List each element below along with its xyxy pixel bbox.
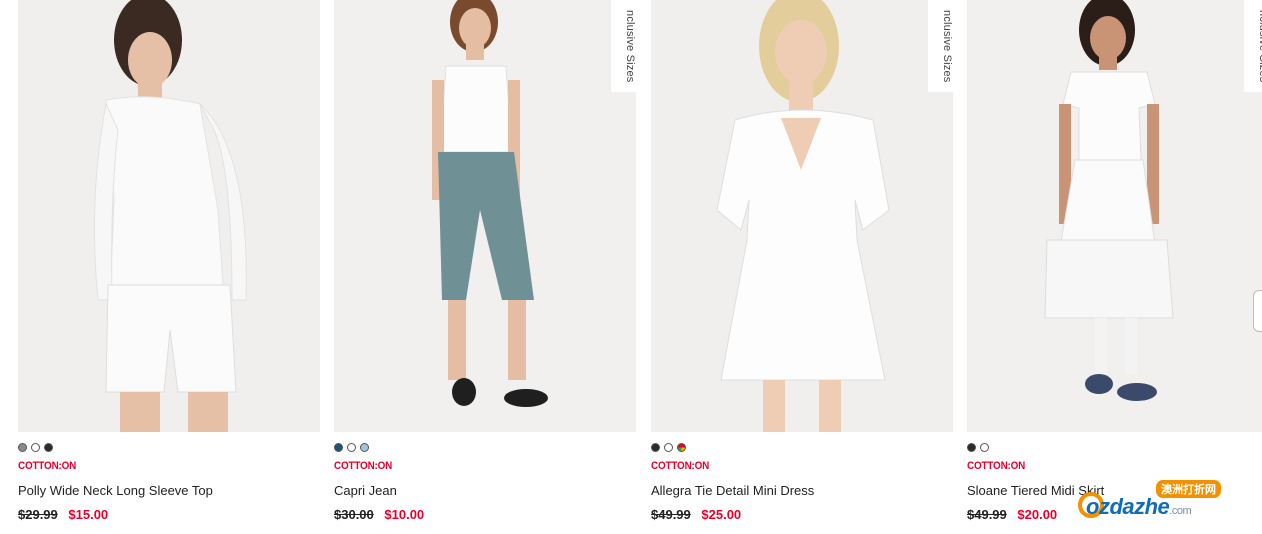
color-swatches (967, 443, 989, 452)
sale-price: $25.00 (701, 507, 742, 522)
product-image[interactable]: nclusive Sizes (651, 0, 953, 432)
swatch-light-blue[interactable] (360, 443, 369, 452)
sale-price: $10.00 (384, 507, 425, 522)
swatch-grey[interactable] (18, 443, 27, 452)
model-photo (334, 0, 636, 432)
swatch-multicolor[interactable] (677, 443, 686, 452)
swatch-black[interactable] (44, 443, 53, 452)
brand-label: COTTON:ON (334, 460, 393, 472)
product-card-1[interactable]: COTTON:ON Polly Wide Neck Long Sleeve To… (18, 0, 320, 534)
watermark-name: ozdazhe (1086, 494, 1170, 519)
swatch-black[interactable] (967, 443, 976, 452)
product-name[interactable]: Polly Wide Neck Long Sleeve Top (18, 483, 213, 498)
product-name[interactable]: Allegra Tie Detail Mini Dress (651, 483, 814, 498)
watermark-text: ozdazhe.com (1086, 494, 1192, 520)
product-name[interactable]: Capri Jean (334, 483, 397, 498)
price-row: $29.99 $15.00 (18, 507, 108, 522)
model-photo (967, 0, 1262, 432)
model-photo (18, 0, 320, 432)
scroll-handle[interactable] (1253, 290, 1262, 332)
brand-label: COTTON:ON (967, 460, 1026, 472)
color-swatches (651, 443, 686, 452)
watermark-suffix: .com (1169, 505, 1192, 517)
original-price: $49.99 (651, 507, 691, 522)
sale-price: $15.00 (68, 507, 109, 522)
inclusive-sizes-tag: nclusive Sizes (928, 0, 953, 92)
product-card-2[interactable]: nclusive Sizes COTTON:ON Capri Jean $30.… (334, 0, 636, 534)
price-row: $49.99 $25.00 (651, 507, 741, 522)
inclusive-sizes-tag: nclusive Sizes (1244, 0, 1262, 92)
product-grid: COTTON:ON Polly Wide Neck Long Sleeve To… (0, 0, 1262, 534)
model-photo (651, 0, 953, 432)
inclusive-sizes-tag: nclusive Sizes (611, 0, 636, 92)
price-row: $30.00 $10.00 (334, 507, 424, 522)
original-price: $49.99 (967, 507, 1007, 522)
product-card-4[interactable]: nclusive Sizes COTTON:ON Sloane Tiered M… (967, 0, 1262, 534)
price-row: $49.99 $20.00 (967, 507, 1057, 522)
swatch-white[interactable] (347, 443, 356, 452)
original-price: $29.99 (18, 507, 58, 522)
product-image[interactable]: nclusive Sizes (334, 0, 636, 432)
site-watermark: 澳洲打折网 ozdazhe.com (1078, 478, 1258, 528)
sale-price: $20.00 (1017, 507, 1058, 522)
original-price: $30.00 (334, 507, 374, 522)
color-swatches (334, 443, 369, 452)
product-image[interactable] (18, 0, 320, 432)
swatch-white[interactable] (980, 443, 989, 452)
product-image[interactable]: nclusive Sizes (967, 0, 1262, 432)
color-swatches (18, 443, 53, 452)
product-card-3[interactable]: nclusive Sizes COTTON:ON Allegra Tie Det… (651, 0, 953, 534)
swatch-black[interactable] (651, 443, 660, 452)
brand-label: COTTON:ON (18, 460, 77, 472)
swatch-white[interactable] (31, 443, 40, 452)
brand-label: COTTON:ON (651, 460, 710, 472)
swatch-white[interactable] (664, 443, 673, 452)
swatch-dark-denim[interactable] (334, 443, 343, 452)
